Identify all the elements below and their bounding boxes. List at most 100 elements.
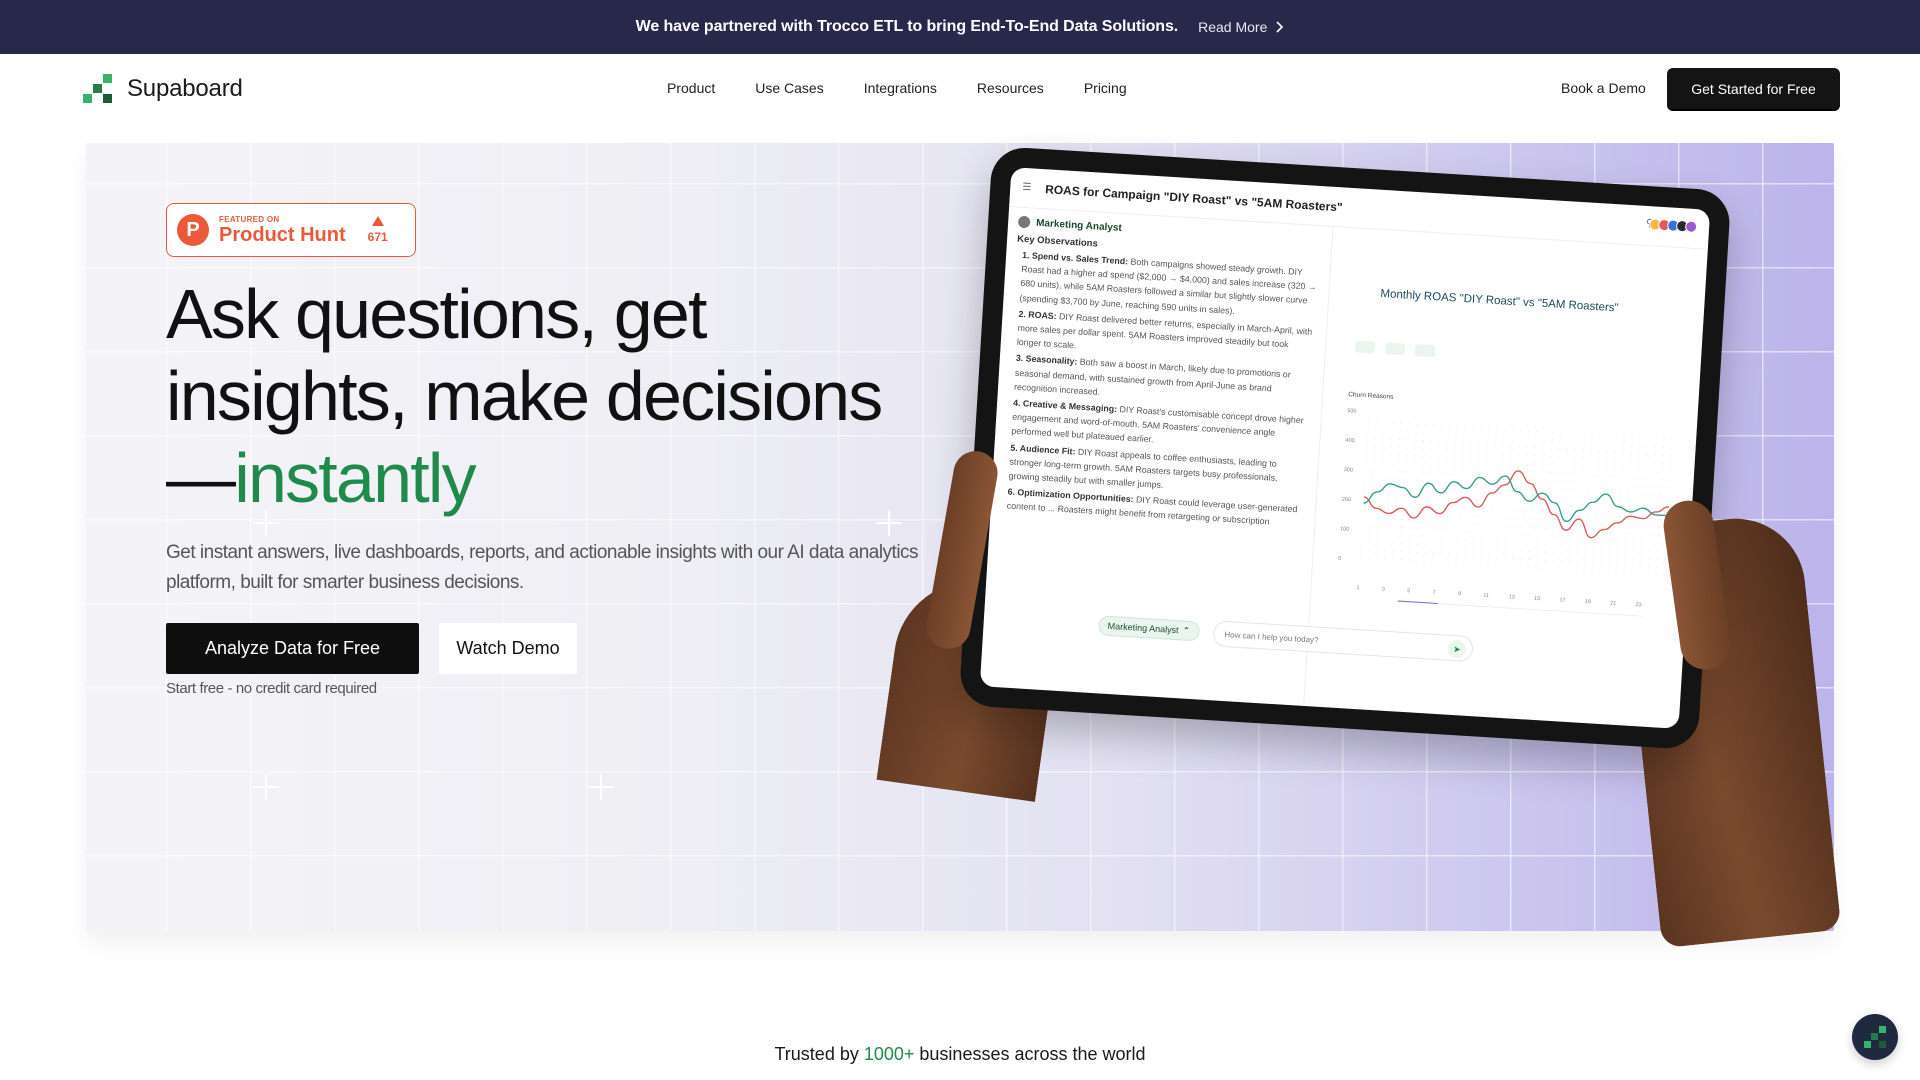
grid-dot	[1447, 561, 1449, 564]
grid-dot	[1511, 565, 1513, 568]
grid-dot	[1392, 422, 1394, 424]
grid-dot	[1568, 545, 1571, 547]
grid-dot	[1410, 519, 1412, 521]
grid-dot	[1453, 458, 1456, 460]
grid-dot	[1476, 475, 1479, 477]
grid-dot	[1540, 479, 1543, 481]
tablet-device: ☰ ROAS for Campaign "DIY Roast" vs "5AM …	[958, 145, 1732, 751]
nav-link-pricing[interactable]: Pricing	[1084, 80, 1127, 96]
grid-dot	[1647, 574, 1649, 576]
observation-text: DIY Roast could leverage user-generated …	[1006, 494, 1298, 527]
grid-dot	[1436, 481, 1438, 483]
grid-dot	[1566, 456, 1568, 459]
grid-dot	[1463, 434, 1465, 436]
grid-dot	[1551, 568, 1553, 570]
grid-dot	[1366, 452, 1368, 454]
nav-link-use-cases[interactable]: Use Cases	[755, 80, 823, 96]
grid-dot	[1495, 428, 1498, 430]
grid-dot	[1647, 437, 1649, 440]
upvote-arrow-icon	[371, 216, 384, 226]
grid-dot	[1544, 543, 1547, 546]
grid-dot	[1471, 427, 1474, 429]
grid-dot	[1553, 536, 1555, 538]
grid-dot	[1439, 433, 1441, 435]
chart-view-button[interactable]	[1384, 342, 1406, 356]
grid-dot	[1542, 447, 1544, 449]
read-more-link[interactable]: Read More	[1198, 19, 1284, 35]
chart-link-button[interactable]	[1414, 344, 1436, 358]
grid-dot	[1578, 513, 1580, 516]
grid-dot	[1455, 434, 1457, 436]
grid-dot	[1561, 536, 1563, 539]
book-demo-link[interactable]: Book a Demo	[1561, 80, 1646, 96]
grid-dot	[1615, 564, 1617, 566]
grid-dot	[1541, 463, 1543, 465]
grid-dot	[1657, 534, 1659, 536]
grid-dot	[1459, 506, 1461, 508]
grid-dot	[1420, 480, 1422, 482]
grid-dot	[1532, 486, 1534, 489]
grid-dot	[1483, 492, 1486, 494]
grid-dot	[1473, 531, 1475, 533]
grid-dot	[1376, 541, 1378, 543]
menu-icon[interactable]: ☰	[1022, 182, 1032, 194]
grid-dot	[1558, 456, 1560, 458]
grid-dot	[1652, 494, 1654, 496]
grid-dot	[1538, 519, 1540, 521]
grid-dot	[1474, 515, 1476, 517]
observation-label: 5. Audience Fit:	[1010, 442, 1076, 457]
grid-dot	[1373, 461, 1375, 463]
grid-dot	[1539, 495, 1542, 497]
analyze-data-button[interactable]: Analyze Data for Free	[166, 623, 419, 674]
grid-dot	[1458, 514, 1460, 516]
nav-link-product[interactable]: Product	[667, 80, 715, 96]
grid-dot	[1400, 550, 1402, 553]
grid-dot	[1657, 542, 1659, 544]
range-slider-selection[interactable]	[1397, 600, 1438, 605]
grid-dot	[1409, 527, 1411, 529]
product-hunt-badge[interactable]: P FEATURED ON Product Hunt 671	[166, 203, 416, 257]
headline-dash: —	[166, 439, 236, 517]
grid-dot	[1642, 525, 1644, 527]
grid-dot	[1449, 537, 1451, 540]
grid-dot	[1567, 561, 1570, 563]
grid-dot	[1606, 451, 1608, 453]
grid-dot	[1488, 556, 1490, 558]
grid-dot	[1444, 481, 1446, 483]
agent-chip-label: Marketing Analyst	[1107, 620, 1179, 636]
grid-dot	[1631, 436, 1633, 439]
watch-demo-button[interactable]: Watch Demo	[439, 623, 577, 674]
grid-dot	[1627, 500, 1629, 502]
grid-dot	[1653, 470, 1655, 472]
brand-logo[interactable]: Supaboard	[83, 74, 243, 104]
grid-dot	[1427, 504, 1429, 506]
grid-dot	[1396, 478, 1398, 480]
grid-dot	[1453, 466, 1455, 468]
grid-dot	[1656, 550, 1658, 552]
grid-dot	[1462, 450, 1464, 452]
chart-type-button[interactable]	[1354, 340, 1376, 354]
grid-dot	[1512, 541, 1515, 544]
get-started-button[interactable]: Get Started for Free	[1667, 68, 1840, 109]
grid-dot	[1374, 445, 1376, 447]
grid-dot	[1528, 542, 1531, 545]
grid-dot	[1400, 543, 1402, 545]
grid-dot	[1636, 485, 1638, 487]
grid-dot	[1465, 538, 1467, 541]
grid-dot	[1515, 493, 1518, 496]
x-tick-label: 7	[1432, 590, 1435, 596]
chat-launcher-button[interactable]	[1852, 1014, 1898, 1060]
grid-dot	[1435, 505, 1437, 507]
grid-dot	[1583, 562, 1586, 564]
grid-dot	[1661, 470, 1663, 473]
grid-dot	[1567, 433, 1569, 435]
grid-dot	[1513, 533, 1515, 536]
grid-dot	[1443, 497, 1445, 499]
grid-dot	[1441, 529, 1443, 531]
hero-headline: Ask questions, get insights, make decisi…	[166, 273, 926, 519]
y-tick-label: 400	[1345, 438, 1355, 445]
grid-dot	[1410, 511, 1412, 513]
grid-dot	[1629, 468, 1631, 471]
nav-link-integrations[interactable]: Integrations	[864, 80, 937, 96]
nav-link-resources[interactable]: Resources	[977, 80, 1044, 96]
